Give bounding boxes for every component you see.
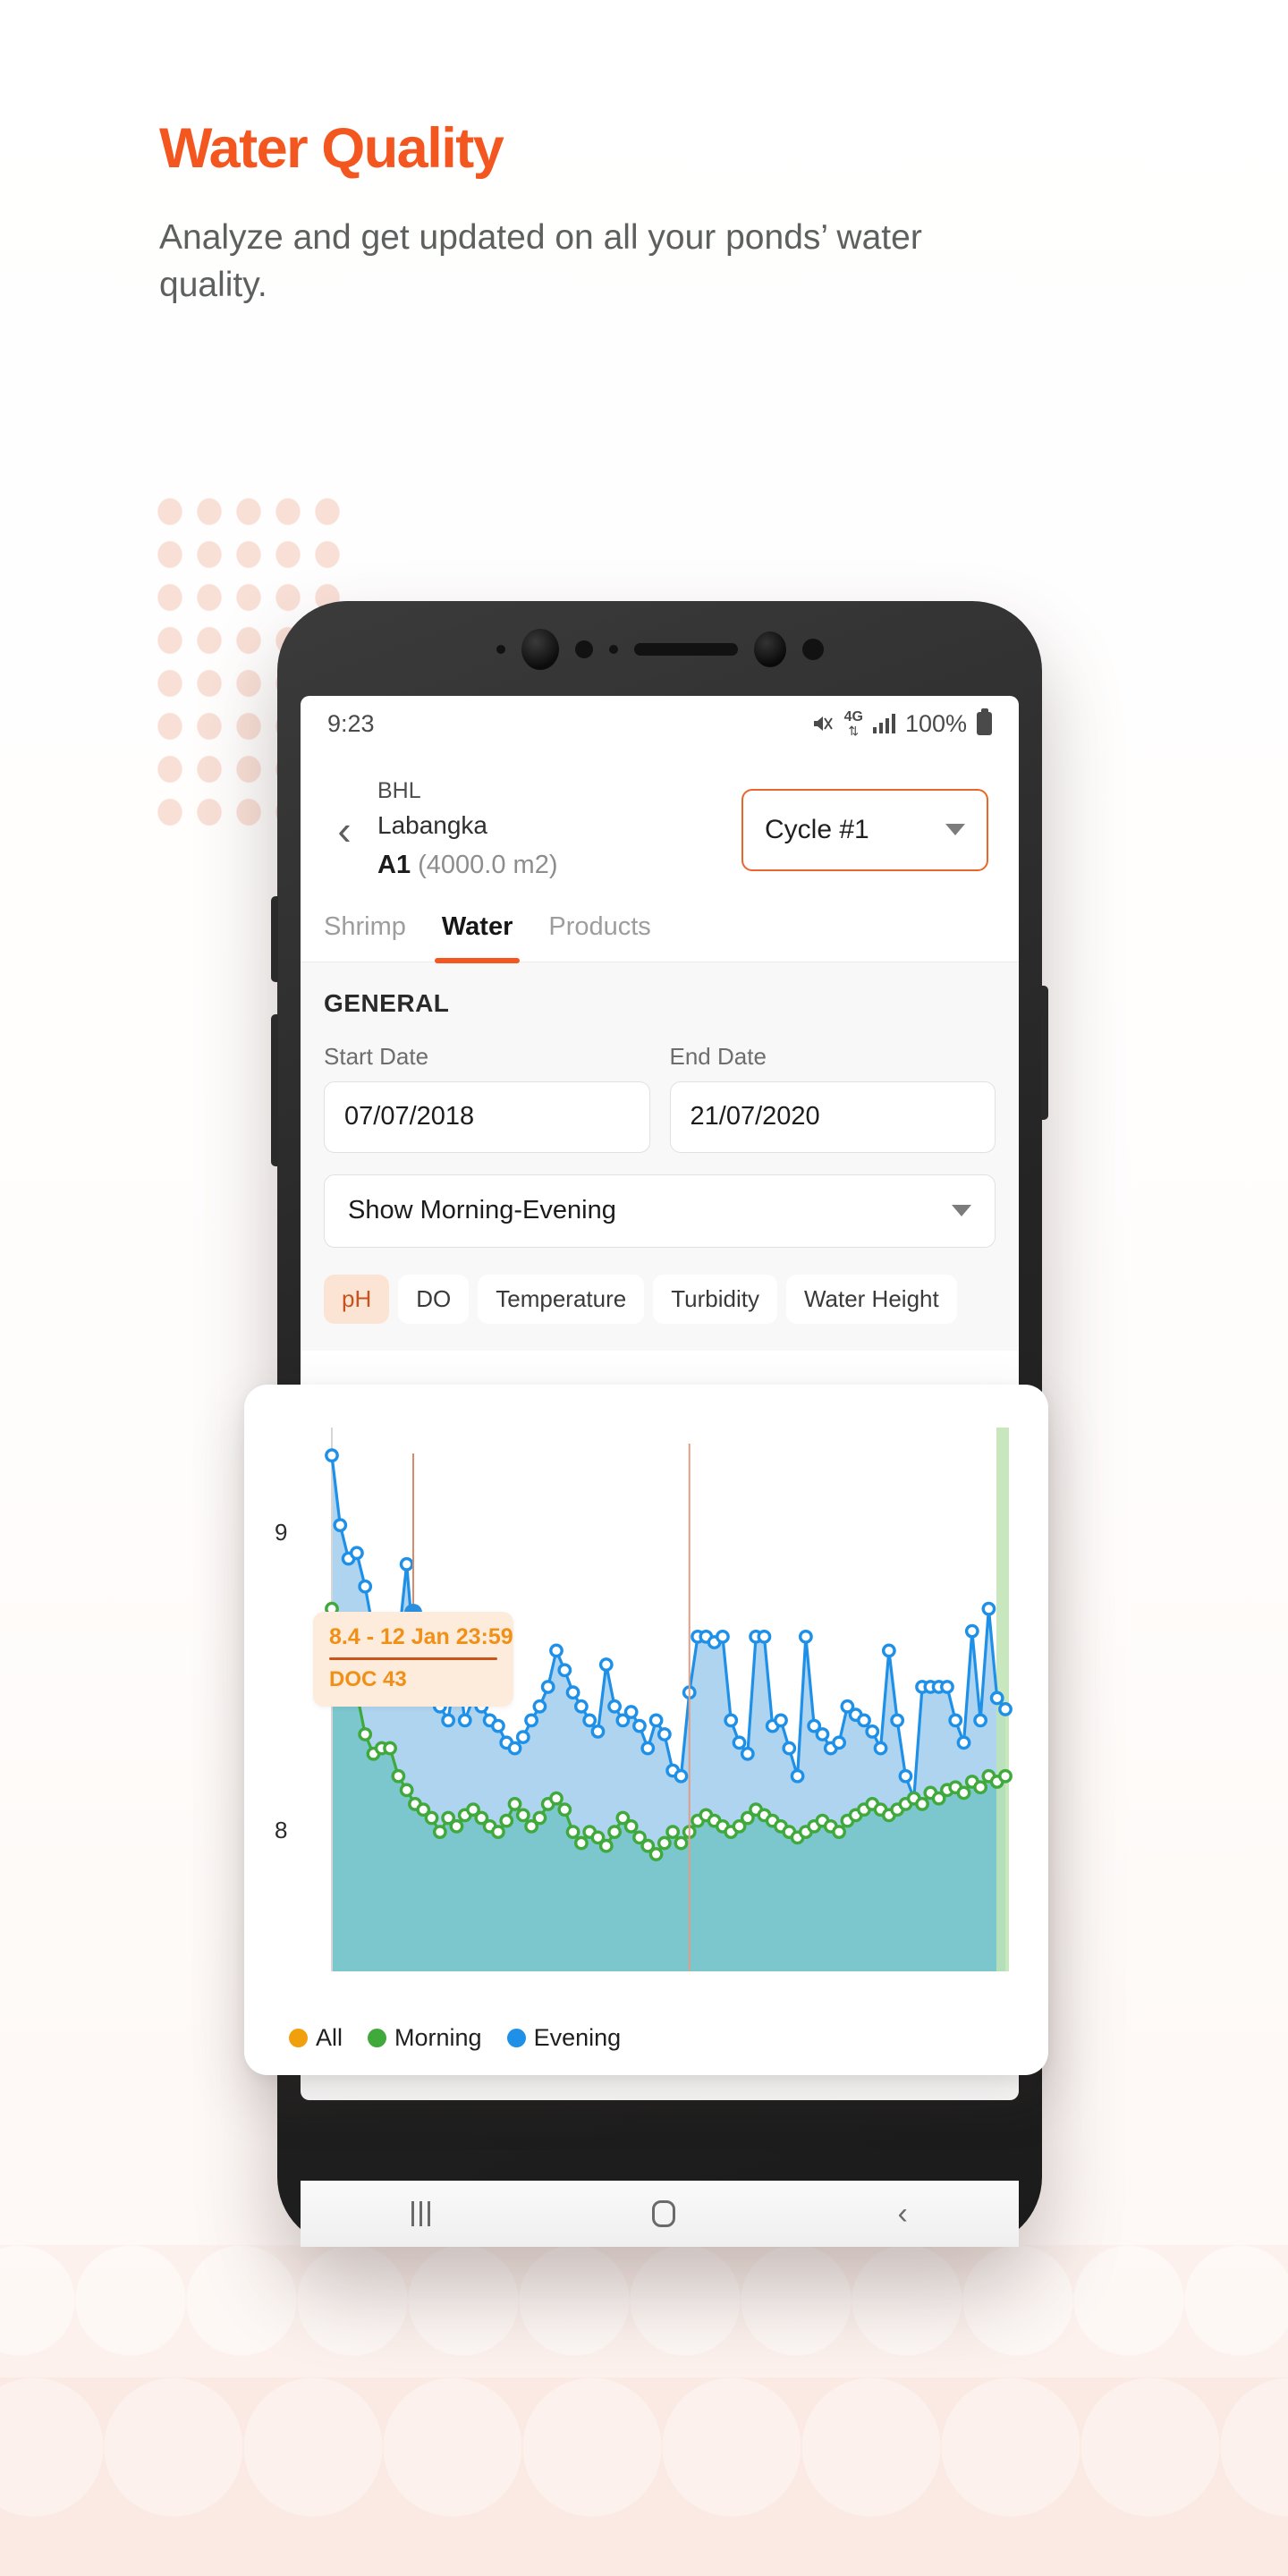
status-time: 9:23: [327, 709, 375, 737]
page-title: Water Quality: [159, 117, 504, 180]
chip-ph[interactable]: pH: [324, 1274, 390, 1324]
view-mode-select[interactable]: Show Morning-Evening: [324, 1174, 996, 1248]
end-date-group: End Date 21/07/2020: [669, 1042, 996, 1153]
chart-legend: All Morning Evening: [289, 2024, 633, 2052]
chevron-down-icon: [952, 1205, 971, 1217]
home-icon[interactable]: [652, 2200, 676, 2227]
metric-chip-row: pH DO Temperature Turbidity Water Height: [324, 1274, 996, 1324]
chart-tooltip: 8.4 - 12 Jan 23:59 DOC 43: [313, 1612, 513, 1707]
date-range-row: Start Date 07/07/2018 End Date 21/07/202…: [324, 1043, 996, 1153]
chevron-down-icon: [945, 824, 965, 836]
end-date-label: End Date: [669, 1042, 767, 1070]
legend-dot-morning-icon: [368, 2029, 387, 2047]
pond-area-label: (4000.0 m2): [418, 851, 558, 880]
page-subtitle: Analyze and get updated on all your pond…: [159, 218, 922, 305]
legend-item-evening[interactable]: Evening: [506, 2024, 622, 2052]
mobile-data-icon: 4G ⇅: [843, 709, 863, 738]
app-header: ‹ BHL Labangka A1 (4000.0 m2) Cycle #1: [301, 751, 1019, 886]
general-section-title: GENERAL: [324, 988, 450, 1017]
signal-bars-icon: [872, 714, 895, 733]
general-section: GENERAL Start Date 07/07/2018 End Date 2…: [301, 962, 1019, 1351]
proximity-sensor-icon: [496, 645, 505, 654]
tooltip-value-date: 8.4 - 12 Jan 23:59: [329, 1624, 513, 1649]
tab-shrimp[interactable]: Shrimp: [324, 912, 406, 962]
view-mode-value: Show Morning-Evening: [348, 1196, 616, 1225]
decorative-wave-front: [0, 2377, 1288, 2576]
phone-top-sensors: [277, 601, 1042, 698]
battery-percent-label: 100%: [904, 709, 967, 737]
cycle-select[interactable]: Cycle #1: [741, 788, 988, 871]
chip-turbidity[interactable]: Turbidity: [653, 1274, 777, 1324]
start-date-label: Start Date: [324, 1042, 429, 1070]
chip-water-height[interactable]: Water Height: [785, 1274, 957, 1324]
breadcrumb-org: BHL: [377, 778, 421, 803]
page-root: Water Quality Analyze and get updated on…: [0, 0, 1288, 2576]
phone-power-button[interactable]: [1041, 986, 1048, 1120]
cycle-select-value: Cycle #1: [765, 814, 869, 844]
tab-bar: Shrimp Water Products: [301, 886, 1019, 963]
legend-label-evening: Evening: [533, 2024, 622, 2051]
legend-item-all[interactable]: All: [289, 2024, 343, 2052]
led-indicator-icon: [801, 639, 824, 660]
legend-label-morning: Morning: [394, 2024, 482, 2051]
legend-label-all: All: [316, 2024, 343, 2051]
legend-dot-all-icon: [289, 2029, 308, 2047]
status-bar: 9:23 4G ⇅ 100%: [301, 696, 1019, 751]
y-axis-tick-8: 8: [275, 1817, 288, 1843]
start-date-input[interactable]: 07/07/2018: [324, 1080, 650, 1153]
tooltip-stem: [412, 1453, 414, 1614]
earpiece-speaker-icon: [633, 643, 738, 656]
y-axis-tick-9: 9: [275, 1519, 288, 1546]
chip-temperature[interactable]: Temperature: [478, 1274, 645, 1324]
back-button[interactable]: ‹: [324, 809, 365, 851]
tooltip-doc: DOC 43: [329, 1667, 407, 1691]
tab-water[interactable]: Water: [434, 912, 520, 963]
chart-card: 9 8 All Morning Evening: [244, 1385, 1048, 2075]
recents-icon[interactable]: [411, 2201, 431, 2226]
mute-icon: [811, 713, 835, 734]
iris-sensor-icon: [574, 640, 593, 658]
breadcrumb-farm: Labangka: [377, 811, 488, 840]
battery-full-icon: [977, 712, 992, 735]
light-sensor-icon: [608, 645, 618, 654]
back-icon[interactable]: ‹: [898, 2199, 908, 2229]
data-transfer-icon: ⇅: [848, 724, 860, 738]
breadcrumb: BHL Labangka A1 (4000.0 m2): [365, 775, 741, 886]
tab-products[interactable]: Products: [548, 912, 650, 962]
android-nav-bar: ‹: [301, 2181, 1019, 2247]
secondary-camera-icon: [753, 631, 786, 667]
network-type-label: 4G: [843, 709, 863, 724]
chip-do[interactable]: DO: [398, 1274, 470, 1324]
front-camera-icon: [521, 629, 559, 670]
status-indicators: 4G ⇅ 100%: [811, 710, 992, 738]
end-date-input[interactable]: 21/07/2020: [669, 1080, 996, 1153]
legend-dot-evening-icon: [506, 2029, 526, 2047]
tooltip-divider: [329, 1657, 497, 1660]
breadcrumb-pond: A1 (4000.0 m2): [377, 846, 741, 886]
hero-section: Water Quality Analyze and get updated on…: [159, 116, 1054, 309]
legend-item-morning[interactable]: Morning: [368, 2024, 482, 2052]
start-date-group: Start Date 07/07/2018: [324, 1043, 650, 1153]
pond-name-label: A1: [377, 851, 411, 880]
